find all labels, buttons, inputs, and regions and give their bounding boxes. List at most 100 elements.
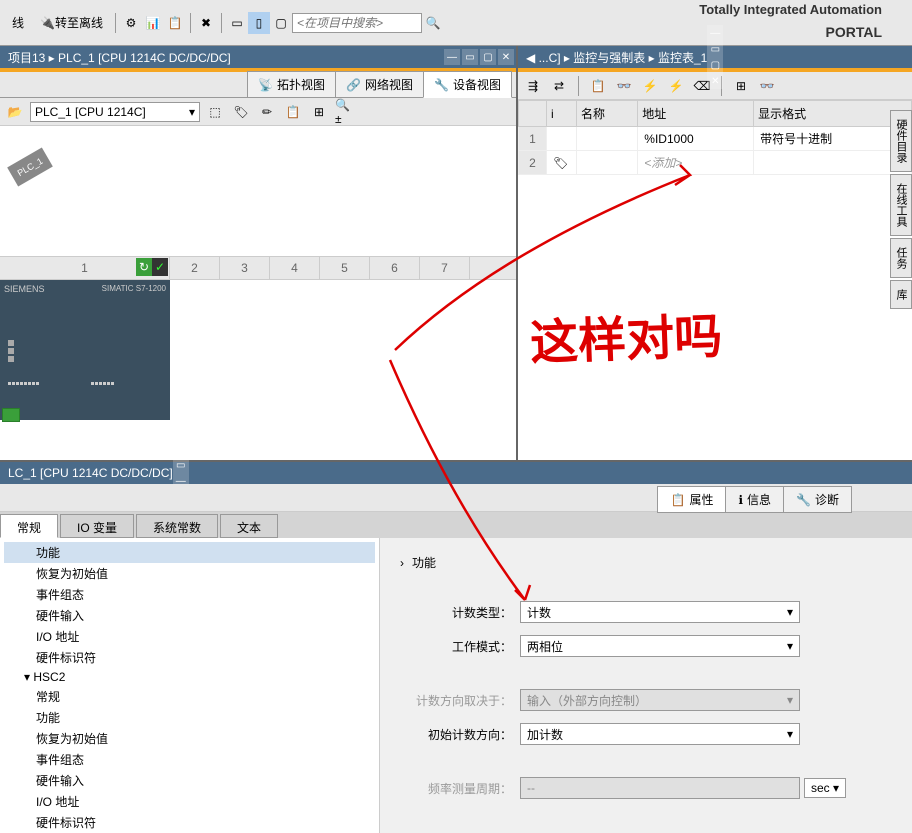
init-dir-value: 加计数 bbox=[527, 726, 563, 743]
col-i[interactable]: i bbox=[547, 101, 577, 127]
plc-device[interactable]: ↻ ✓ SIEMENS SIMATIC S7-1200 bbox=[0, 280, 170, 420]
layout-icon-2[interactable]: ▯ bbox=[248, 12, 270, 34]
tree-item[interactable]: 常规 bbox=[4, 686, 375, 707]
wtb-glasses-icon[interactable]: 👓 bbox=[756, 75, 778, 97]
rtab-properties[interactable]: 📋属性 bbox=[657, 486, 726, 513]
init-dir-label: 初始计数方向： bbox=[400, 726, 520, 743]
wpane-close-icon[interactable]: ✕ bbox=[707, 73, 723, 89]
watch-row-1[interactable]: 1 %ID1000 带符号十进制 bbox=[519, 127, 912, 151]
brand-sub: PORTAL bbox=[825, 24, 882, 40]
pane-close-icon[interactable]: ✕ bbox=[498, 49, 514, 65]
col-name[interactable]: 名称 bbox=[577, 101, 638, 127]
tree-item[interactable]: 硬件输入 bbox=[4, 605, 375, 626]
bpane-restore-icon[interactable]: ▭ bbox=[173, 457, 189, 473]
count-type-select[interactable]: 计数 ▾ bbox=[520, 601, 800, 623]
side-tab-online-tools[interactable]: 在线工具 bbox=[890, 174, 912, 236]
tool-icon-1[interactable]: ⚙ bbox=[120, 12, 142, 34]
work-mode-select[interactable]: 两相位▾ bbox=[520, 635, 800, 657]
col-address[interactable]: 地址 bbox=[638, 101, 754, 127]
properties-title: LC_1 [CPU 1214C DC/DC/DC] ▭ — bbox=[0, 462, 912, 484]
tree-item[interactable]: ▾ HSC2 bbox=[4, 668, 375, 686]
wtb-icon-6[interactable]: ⚡ bbox=[665, 75, 687, 97]
device-canvas[interactable]: PLC_1 1 2 3 4 5 6 7 ↻ ✓ bbox=[0, 126, 516, 460]
tree-item[interactable]: 事件组态 bbox=[4, 749, 375, 770]
info-icon: ℹ bbox=[738, 493, 743, 507]
property-tabs: 常规 IO 变量 系统常数 文本 bbox=[0, 512, 912, 538]
count-type-value: 计数 bbox=[527, 604, 551, 621]
tab-topology[interactable]: 📡拓扑视图 bbox=[247, 71, 336, 98]
pane-maximize-icon[interactable]: ▢ bbox=[480, 49, 496, 65]
watch-row-add[interactable]: 2 🏷 <添加> bbox=[519, 151, 912, 175]
tb-icon-d[interactable]: 📋 bbox=[282, 101, 304, 123]
tab-network[interactable]: 🔗网络视图 bbox=[335, 71, 424, 98]
tree-item[interactable]: 事件组态 bbox=[4, 584, 375, 605]
chevron-down-icon: ▾ bbox=[787, 727, 793, 741]
chevron-down-icon: ▾ bbox=[787, 605, 793, 619]
tree-item[interactable]: 恢复为初始值 bbox=[4, 728, 375, 749]
cell-address[interactable]: %ID1000 bbox=[638, 127, 754, 151]
watch-breadcrumb-text: ◀ ...C] ▸ 监控与强制表 ▸ 监控表_1 bbox=[526, 49, 707, 66]
nav-icon[interactable]: 📂 bbox=[4, 101, 26, 123]
zoom-icon[interactable]: 🔍± bbox=[334, 101, 356, 123]
search-input[interactable] bbox=[292, 13, 422, 33]
side-tab-library[interactable]: 库 bbox=[890, 280, 912, 309]
plc-chip-label[interactable]: PLC_1 bbox=[7, 147, 53, 186]
col-format[interactable]: 显示格式 bbox=[754, 101, 912, 127]
wtb-icon-5[interactable]: ⚡ bbox=[639, 75, 661, 97]
property-form: › 功能 计数类型： 计数▾ 工作模式： 两相位▾ 计数方向取决于： 输入（外部… bbox=[380, 538, 912, 833]
tb-icon-b[interactable]: 🏷 bbox=[230, 101, 252, 123]
dir-depends-label: 计数方向取决于： bbox=[400, 692, 520, 709]
tree-item[interactable]: 硬件标识符 bbox=[4, 812, 375, 833]
tb-icon-a[interactable]: ⬚ bbox=[204, 101, 226, 123]
slot-header-6: 6 bbox=[370, 257, 420, 279]
search-go-icon[interactable]: 🔍 bbox=[422, 12, 444, 34]
ethernet-port-icon[interactable] bbox=[2, 408, 20, 422]
tool-icon-3[interactable]: 📋 bbox=[164, 12, 186, 34]
tree-item[interactable]: 功能 bbox=[4, 542, 375, 563]
wtb-icon-1[interactable]: ⇶ bbox=[522, 75, 544, 97]
wtb-icon-8[interactable]: ⊞ bbox=[730, 75, 752, 97]
tb-icon-e[interactable]: ⊞ bbox=[308, 101, 330, 123]
wpane-minimize-icon[interactable]: — bbox=[707, 25, 723, 41]
init-dir-select[interactable]: 加计数 ▾ bbox=[520, 723, 800, 745]
online-button[interactable]: 线 bbox=[6, 12, 30, 34]
wtb-icon-2[interactable]: ⇄ bbox=[548, 75, 570, 97]
ptab-general[interactable]: 常规 bbox=[0, 514, 58, 538]
pane-minimize-icon[interactable]: — bbox=[444, 49, 460, 65]
delete-icon[interactable]: ✖ bbox=[195, 12, 217, 34]
tree-item[interactable]: 功能 bbox=[4, 707, 375, 728]
tree-item[interactable]: I/O 地址 bbox=[4, 791, 375, 812]
go-offline-button[interactable]: 🔌 转至离线 bbox=[34, 12, 109, 34]
add-placeholder[interactable]: <添加> bbox=[638, 151, 754, 175]
row-num: 2 bbox=[519, 151, 547, 175]
tree-item[interactable]: 硬件输入 bbox=[4, 770, 375, 791]
tb-icon-c[interactable]: ✏ bbox=[256, 101, 278, 123]
pane-restore-icon[interactable]: ▭ bbox=[462, 49, 478, 65]
rtab-info[interactable]: ℹ信息 bbox=[725, 486, 784, 513]
layout-icon-3[interactable]: ▢ bbox=[270, 12, 292, 34]
ptab-text[interactable]: 文本 bbox=[220, 514, 278, 538]
device-selector-value: PLC_1 [CPU 1214C] bbox=[35, 105, 146, 119]
property-tree: 功能恢复为初始值事件组态硬件输入I/O 地址硬件标识符▾ HSC2常规功能恢复为… bbox=[0, 538, 380, 833]
ptab-sys[interactable]: 系统常数 bbox=[136, 514, 218, 538]
freq-unit[interactable]: sec ▾ bbox=[804, 778, 846, 798]
ptab-io[interactable]: IO 变量 bbox=[60, 514, 134, 538]
tree-item[interactable]: 恢复为初始值 bbox=[4, 563, 375, 584]
tree-item[interactable]: 硬件标识符 bbox=[4, 647, 375, 668]
cell-format[interactable]: 带符号十进制 bbox=[754, 127, 912, 151]
wpane-restore-icon[interactable]: ▭ bbox=[707, 41, 723, 57]
device-selector[interactable]: PLC_1 [CPU 1214C] ▾ bbox=[30, 102, 200, 122]
tab-device[interactable]: 🔧设备视图 bbox=[423, 71, 512, 98]
layout-icon-1[interactable]: ▭ bbox=[226, 12, 248, 34]
wtb-monitor-icon[interactable]: 👓 bbox=[613, 75, 635, 97]
tool-icon-2[interactable]: 📊 bbox=[142, 12, 164, 34]
rtab-diag[interactable]: 🔧诊断 bbox=[783, 486, 852, 513]
tab-topology-label: 拓扑视图 bbox=[277, 76, 325, 93]
cell-name[interactable] bbox=[577, 127, 638, 151]
side-tab-tasks[interactable]: 任务 bbox=[890, 238, 912, 278]
tag-icon: 🏷 bbox=[553, 156, 568, 170]
tree-item[interactable]: I/O 地址 bbox=[4, 626, 375, 647]
side-tab-hw-catalog[interactable]: 硬件目录 bbox=[890, 110, 912, 172]
wpane-maximize-icon[interactable]: ▢ bbox=[707, 57, 723, 73]
wtb-icon-3[interactable]: 📋 bbox=[587, 75, 609, 97]
